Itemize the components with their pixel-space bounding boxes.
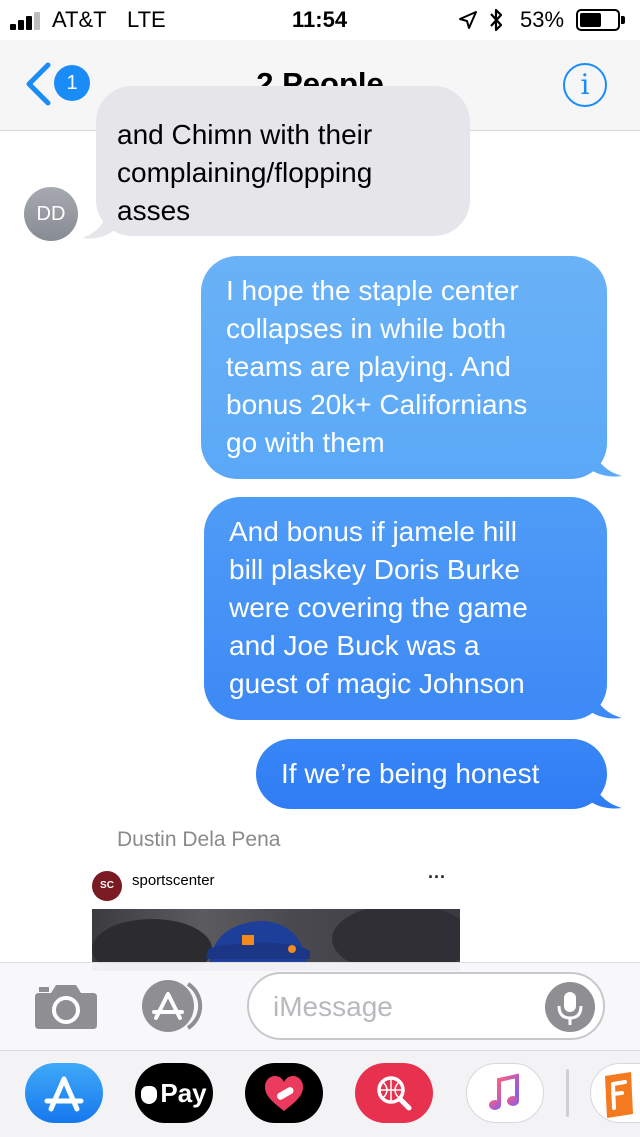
dictation-button[interactable] <box>545 982 595 1032</box>
apple-pay-label: Pay <box>160 1078 207 1108</box>
status-bar: AT&T LTE 11:54 53% <box>0 0 640 40</box>
received-message-bubble[interactable]: and Chimn with their complaining/floppin… <box>96 86 470 236</box>
fandango-icon <box>605 1072 633 1118</box>
sent-message-bubble[interactable]: I hope the staple center collapses in wh… <box>201 256 607 479</box>
message-line: bonus 20k+ Californians <box>226 389 528 420</box>
sent-message-bubble[interactable]: And bonus if jamele hill bill plaskey Do… <box>204 497 607 720</box>
message-line: were covering the game <box>229 592 528 623</box>
carrier-label: AT&T <box>52 7 107 32</box>
message-line: I hope the staple center <box>226 275 519 306</box>
message-line: And bonus if jamele hill <box>229 516 517 547</box>
microphone-icon <box>557 992 583 1025</box>
clock: 11:54 <box>292 7 348 32</box>
message-line: bill plaskey Doris Burke <box>229 554 520 585</box>
message-line: and Chimn with their <box>117 119 373 150</box>
app-store-app[interactable] <box>25 1063 103 1123</box>
app-strip-divider <box>566 1069 569 1117</box>
more-options-icon[interactable]: ··· <box>428 867 446 888</box>
camera-icon[interactable] <box>33 981 99 1031</box>
message-line: guest of magic Johnson <box>229 668 525 699</box>
message-line: and Joe Buck was a <box>229 630 480 661</box>
battery-icon <box>576 9 626 31</box>
location-arrow-icon <box>459 11 477 29</box>
sent-message-bubble[interactable]: If we’re being honest <box>256 739 607 809</box>
message-line: If we’re being honest <box>281 758 540 789</box>
message-line: complaining/flopping <box>117 157 373 188</box>
input-bar <box>0 962 640 1051</box>
app-store-icon <box>44 1076 84 1112</box>
message-line: asses <box>117 195 191 226</box>
imessage-app-drawer: Pay <box>0 1050 640 1137</box>
apple-pay-app[interactable]: Pay <box>135 1063 213 1123</box>
post-username: sportscenter <box>132 872 215 889</box>
network-label: LTE <box>127 7 166 32</box>
digital-touch-icon <box>265 1076 303 1111</box>
apple-icon <box>141 1086 158 1105</box>
imessage-field[interactable] <box>247 972 605 1040</box>
message-input[interactable] <box>271 984 535 1030</box>
bluetooth-icon <box>490 8 503 32</box>
app-store-button-icon[interactable] <box>140 978 212 1034</box>
digital-touch-app[interactable] <box>245 1063 323 1123</box>
message-line: teams are playing. And <box>226 351 511 382</box>
message-line: collapses in while both <box>226 313 507 344</box>
shared-post-header[interactable]: SC sportscenter ··· <box>92 867 460 907</box>
battery-percent: 53% <box>520 7 565 32</box>
search-images-icon <box>377 1076 412 1111</box>
fandango-app[interactable] <box>590 1063 640 1123</box>
info-button[interactable]: i <box>563 63 607 107</box>
signal-strength-icon <box>10 10 50 30</box>
sender-name: Dustin Dela Pena <box>117 828 281 851</box>
music-icon <box>489 1073 519 1110</box>
message-line: go with them <box>226 427 385 458</box>
avatar[interactable]: DD <box>24 187 78 241</box>
music-app[interactable] <box>466 1063 544 1123</box>
sportscenter-logo: SC <box>92 871 122 901</box>
images-search-app[interactable] <box>355 1063 433 1123</box>
